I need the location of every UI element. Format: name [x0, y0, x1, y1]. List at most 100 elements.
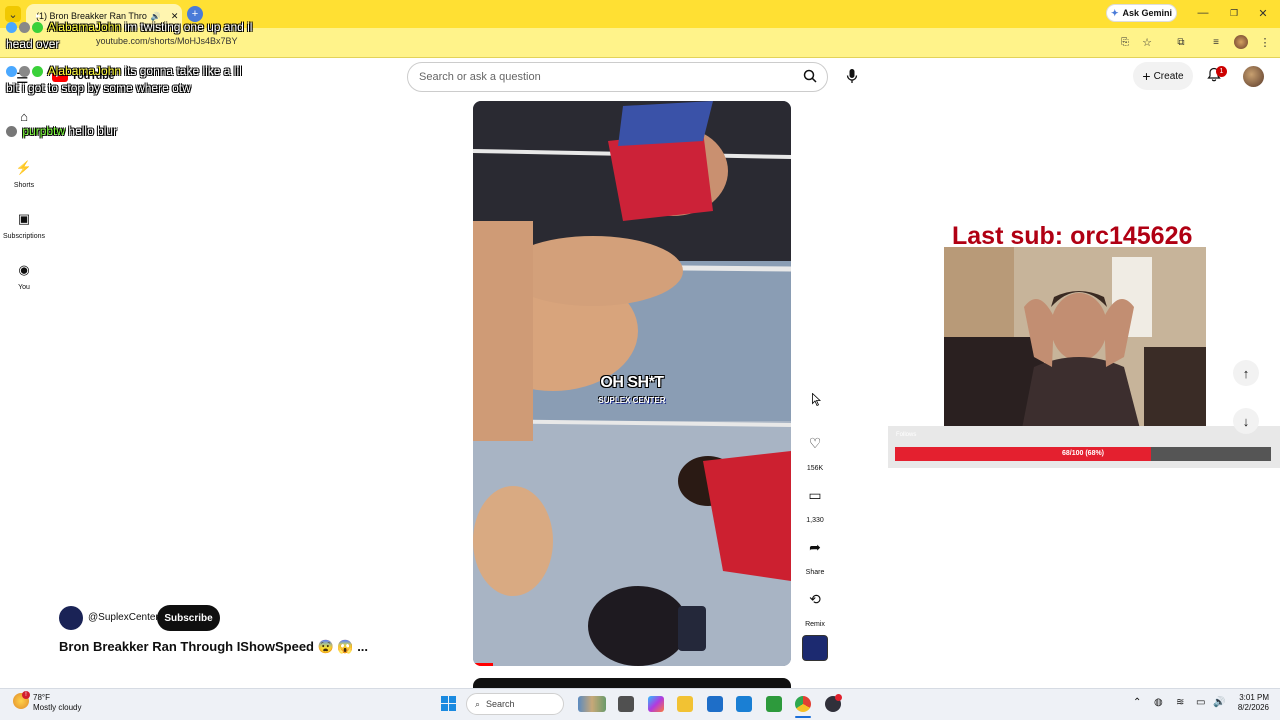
- share-label: Share: [805, 569, 825, 576]
- task-view-icon[interactable]: [618, 696, 634, 712]
- next-short-button[interactable]: ↓: [1233, 408, 1259, 434]
- chat-username: AlabamaJohn: [47, 64, 122, 78]
- chrome-icon[interactable]: [795, 696, 811, 712]
- windows-taskbar: [0, 688, 1280, 720]
- user-avatar: [19, 22, 30, 34]
- store-icon[interactable]: [707, 696, 723, 712]
- sidebar-item-label: Subscriptions: [2, 233, 46, 240]
- remix-icon: ⟲: [801, 585, 829, 613]
- verified-badge-icon: [6, 22, 17, 34]
- comments-button[interactable]: ▭ 1,330: [801, 481, 829, 524]
- show-hidden-icons-chevron-icon[interactable]: ⌃: [1133, 697, 1141, 708]
- weather-alert-badge: !: [22, 691, 30, 699]
- chat-text: hello blur: [68, 124, 118, 138]
- gemini-sparkle-icon: ✦: [1110, 7, 1119, 18]
- channel-avatar[interactable]: [59, 606, 83, 630]
- restore-icon[interactable]: ❐: [1227, 6, 1241, 20]
- xbox-icon[interactable]: [766, 696, 782, 712]
- taskbar-clock[interactable]: 3:01 PM 8/2/2026: [1229, 693, 1269, 713]
- temperature: 78°F: [33, 693, 50, 702]
- like-count: 156K: [806, 465, 824, 472]
- heart-icon: ♡: [801, 429, 829, 457]
- like-button[interactable]: ♡ 156K: [801, 429, 829, 472]
- video-watermark: SUPLEX CENTER: [598, 396, 666, 405]
- subscribe-button[interactable]: Subscribe: [157, 605, 220, 631]
- clock-date: 8/2/2026: [1237, 703, 1269, 712]
- create-button[interactable]: + Create: [1133, 62, 1193, 90]
- remix-label: Remix: [805, 621, 825, 628]
- ask-gemini-label: Ask Gemini: [1122, 8, 1173, 18]
- plus-icon: +: [1142, 68, 1151, 84]
- profile-avatar[interactable]: [1234, 35, 1248, 49]
- mod-badge-icon: [32, 22, 43, 34]
- extensions-icon[interactable]: ⧉: [1174, 35, 1188, 49]
- video-progress-bar[interactable]: [473, 663, 493, 666]
- comment-icon: ▭: [801, 481, 829, 509]
- install-app-icon[interactable]: ⎘: [1118, 35, 1132, 49]
- webcam-feed: [944, 247, 1206, 444]
- shorts-icon: ⚡: [15, 160, 33, 175]
- voice-search-mic-icon[interactable]: [840, 64, 864, 88]
- comment-count: 1,330: [806, 517, 824, 524]
- volume-icon[interactable]: 🔊: [1213, 697, 1225, 708]
- outlook-icon[interactable]: [736, 696, 752, 712]
- chat-message: AlabamaJohn its gonna take like a lil bi…: [6, 63, 251, 97]
- arrow-up-icon: ↑: [1242, 365, 1250, 381]
- wifi-icon[interactable]: ≋: [1176, 697, 1184, 708]
- sidebar-item-label: Shorts: [13, 182, 35, 189]
- webcam-image: [944, 247, 1206, 444]
- ask-gemini-button[interactable]: ✦ Ask Gemini: [1106, 4, 1177, 22]
- account-avatar[interactable]: [1243, 66, 1264, 87]
- weather-condition: Mostly cloudy: [33, 703, 82, 712]
- follow-goal-text: 68/100 (68%): [1061, 450, 1105, 457]
- file-explorer-icon[interactable]: [677, 696, 693, 712]
- home-icon: ⌂: [20, 109, 28, 124]
- media-controls-icon[interactable]: ≡: [1209, 35, 1223, 49]
- minimize-icon[interactable]: —: [1196, 6, 1210, 20]
- active-app-indicator: [795, 716, 811, 718]
- arrow-down-icon: ↓: [1242, 413, 1250, 429]
- create-label: Create: [1153, 70, 1184, 82]
- you-profile-icon: ◉: [18, 262, 30, 277]
- display-icon[interactable]: ▭: [1196, 697, 1205, 708]
- audio-source-thumbnail[interactable]: [802, 635, 828, 661]
- chat-username: purpbtw: [22, 124, 66, 138]
- notification-count-badge: 1: [1216, 66, 1227, 77]
- search-placeholder: Search or ask a question: [419, 71, 541, 83]
- chat-message: purpbtw hello blur: [6, 123, 206, 140]
- recording-indicator: [835, 694, 842, 701]
- browser-menu-icon[interactable]: ⋮: [1259, 35, 1271, 49]
- next-short-preview[interactable]: [473, 678, 791, 688]
- share-button[interactable]: ➦ Share: [801, 533, 829, 576]
- sidebar-item-you[interactable]: ◉ You: [0, 262, 48, 291]
- taskbar-search-label: Search: [486, 699, 515, 709]
- bookmark-star-icon[interactable]: ☆: [1140, 35, 1154, 49]
- follows-label: Follows: [896, 432, 917, 438]
- windows-start-icon[interactable]: [441, 696, 456, 711]
- search-input[interactable]: Search or ask a question: [407, 62, 828, 92]
- search-icon[interactable]: [803, 69, 817, 86]
- sidebar-item-subscriptions[interactable]: ▣ Subscriptions: [0, 211, 48, 240]
- chat-message: AlabamaJohn im twisting one up and il he…: [6, 19, 256, 53]
- weather-widget[interactable]: 78°F Mostly cloudy: [33, 693, 81, 713]
- share-arrow-icon: ➦: [801, 533, 829, 561]
- search-highlight-image[interactable]: [578, 696, 606, 712]
- remix-button[interactable]: ⟲ Remix: [801, 585, 829, 628]
- subscriptions-icon: ▣: [17, 211, 31, 226]
- user-avatar: [6, 126, 17, 138]
- taskbar-search[interactable]: ⌕ Search: [466, 693, 564, 715]
- video-title[interactable]: Bron Breakker Ran Through IShowSpeed 😨 😱…: [59, 639, 368, 655]
- follow-goal-progress: 68/100 (68%): [895, 447, 1271, 461]
- sidebar-item-shorts[interactable]: ⚡ Shorts: [0, 160, 48, 189]
- copilot-icon[interactable]: [648, 696, 664, 712]
- search-icon: ⌕: [475, 698, 481, 709]
- network-icon[interactable]: ◍: [1154, 697, 1163, 708]
- clock-time: 3:01 PM: [1239, 693, 1269, 702]
- close-window-icon[interactable]: ✕: [1256, 6, 1270, 20]
- shorts-video-player[interactable]: OH SH*T SUPLEX CENTER: [473, 101, 791, 666]
- previous-short-button[interactable]: ↑: [1233, 360, 1259, 386]
- verified-badge-icon: [6, 66, 17, 78]
- channel-name[interactable]: @SuplexCenter: [88, 612, 159, 623]
- video-caption: OH SH*T: [600, 374, 664, 391]
- sidebar-item-label: You: [18, 284, 30, 291]
